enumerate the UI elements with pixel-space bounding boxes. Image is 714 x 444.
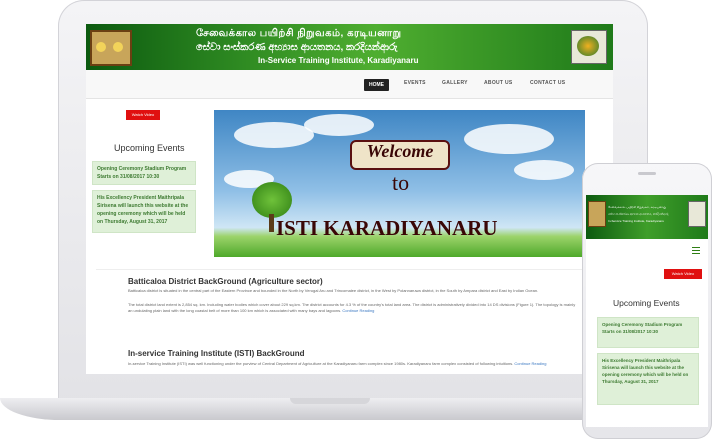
article-paragraph: Batticaloa district is situated in the c… xyxy=(128,288,539,293)
event-item[interactable]: Opening Ceremony Stadium Program Starts … xyxy=(597,317,699,348)
hero-to-text: to xyxy=(392,170,410,195)
department-logo xyxy=(90,30,132,66)
nav-about-us[interactable]: ABOUT US xyxy=(484,80,513,86)
mobile-title-tamil: சேவைக்கால பயிற்சி நிறுவகம், கரடியனாறு xyxy=(608,205,667,209)
nav-gallery[interactable]: GALLERY xyxy=(442,80,468,86)
nav-events[interactable]: EVENTS xyxy=(404,80,426,86)
content-divider xyxy=(96,269,603,270)
hero-institute-name: ISTI KARADIYANARU xyxy=(276,216,498,240)
mobile-header-banner: சேவைக்கால பயிற்சி நிறுவகம், கரடியனாறு සේ… xyxy=(586,195,708,239)
watch-video-button[interactable]: Watch Video xyxy=(126,110,160,120)
mobile-title-english: In-Service Training Institute, Karadiyan… xyxy=(608,219,664,223)
continue-reading-link[interactable]: Continue Reading xyxy=(342,308,374,313)
welcome-hero-image: Welcome to ISTI KARADIYANARU xyxy=(214,110,585,257)
event-item[interactable]: His Excellency President Maithripala Sir… xyxy=(597,353,699,405)
article-title[interactable]: In-service Training Institute (ISTI) Bac… xyxy=(128,349,304,358)
mobile-watch-video-button[interactable]: Watch Video xyxy=(664,269,702,279)
hero-welcome-text: Welcome xyxy=(366,141,434,161)
institute-logo xyxy=(688,201,706,227)
banner-title-sinhala: සේවා සංස්කරණ අභ්‍යාස ආයතනය, කරදියන්ආරු xyxy=(196,42,398,53)
department-logo xyxy=(588,201,606,227)
site-header-banner: சேவைக்கால பயிற்சி நிறுவகம், கரடியனாறு සේ… xyxy=(86,24,613,70)
upcoming-events-heading: Upcoming Events xyxy=(114,143,185,153)
phone-screen: சேவைக்கால பயிற்சி நிறுவகம், கரடியனாறு සේ… xyxy=(586,195,708,427)
tree-graphic xyxy=(252,182,292,218)
institute-logo xyxy=(571,30,607,64)
main-navigation: HOME EVENTS GALLERY ABOUT US CONTACT US xyxy=(86,70,613,99)
nav-home[interactable]: HOME xyxy=(364,79,389,91)
laptop-screen: சேவைக்கால பயிற்சி நிறுவகம், கரடியனாறு සේ… xyxy=(86,24,613,374)
article-title[interactable]: Batticaloa District BackGround (Agricult… xyxy=(128,277,323,286)
banner-title-tamil: சேவைக்கால பயிற்சி நிறுவகம், கரடியனாறு xyxy=(196,28,402,39)
article-paragraph: The total district land extent is 2,854 … xyxy=(128,302,576,313)
laptop-notch xyxy=(290,398,370,404)
event-item[interactable]: His Excellency President Maithripala Sir… xyxy=(92,190,196,233)
phone-speaker xyxy=(638,172,656,175)
continue-reading-link[interactable]: Continue Reading xyxy=(514,361,546,366)
phone-frame: சேவைக்கால பயிற்சி நிறுவகம், கரடியனாறு සේ… xyxy=(582,163,712,439)
nav-contact-us[interactable]: CONTACT US xyxy=(530,80,565,86)
mobile-upcoming-events-heading: Upcoming Events xyxy=(613,298,680,308)
banner-title-english: In-Service Training Institute, Karadiyan… xyxy=(258,56,419,65)
article-paragraph: In-service Training Institute (ISTI) was… xyxy=(128,361,547,366)
event-item[interactable]: Opening Ceremony Stadium Program Starts … xyxy=(92,161,196,185)
mobile-title-sinhala: සේවා සංස්කරණ අභ්‍යාස ආයතනය, කරදියන්ආරු xyxy=(608,212,669,216)
